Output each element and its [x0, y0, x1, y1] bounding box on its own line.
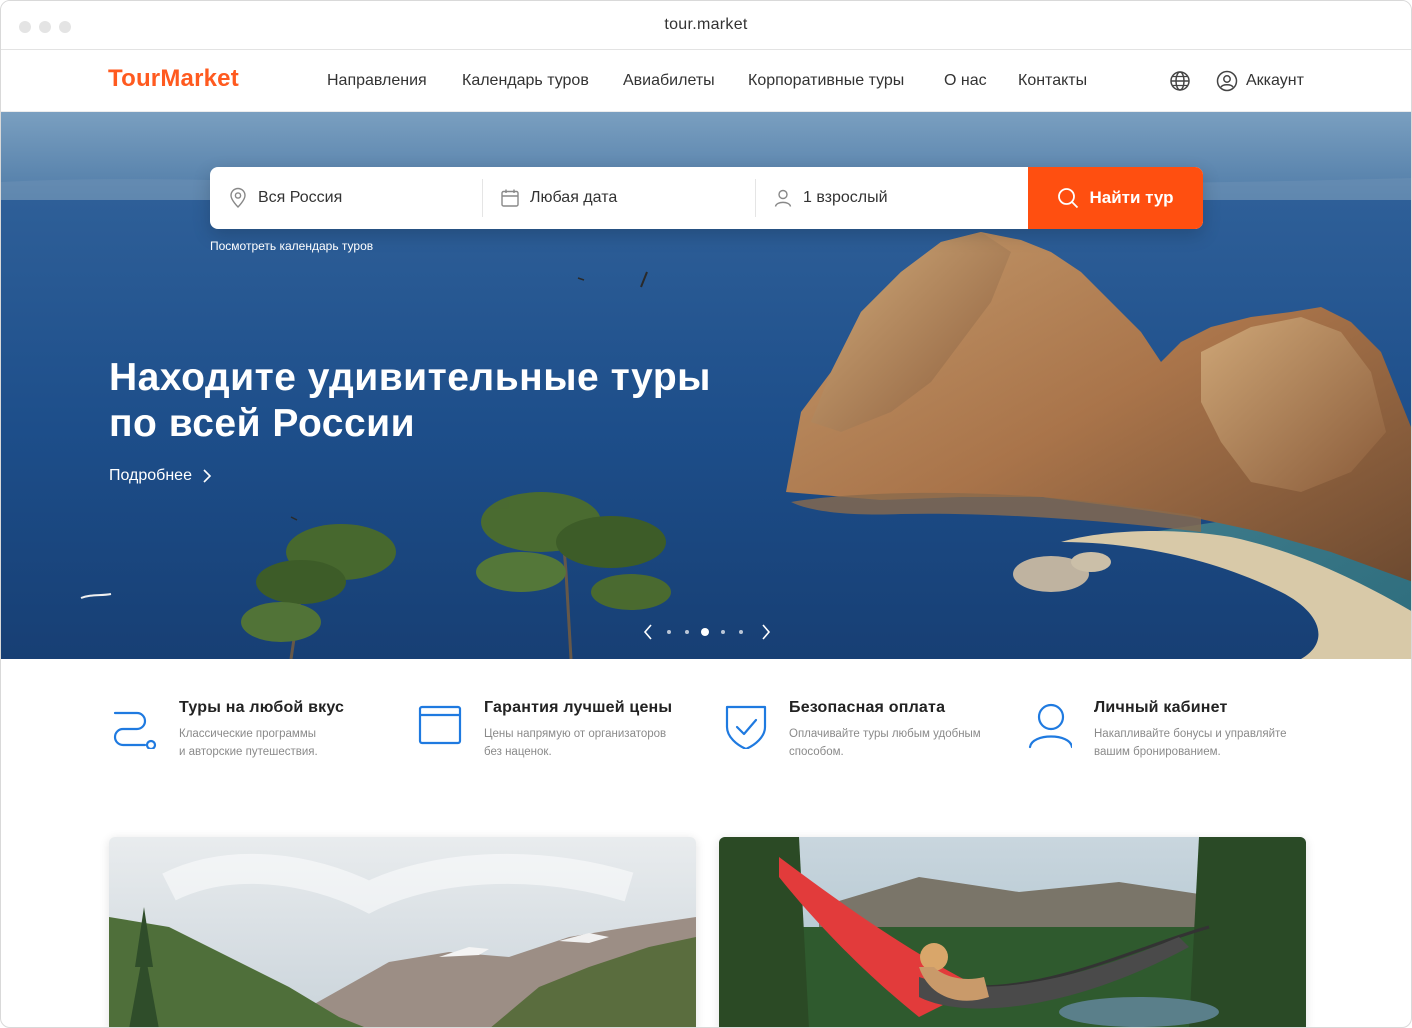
- find-tour-button[interactable]: Найти тур: [1028, 167, 1203, 229]
- carousel-controls: [641, 622, 771, 642]
- nav-link-contacts[interactable]: Контакты: [1018, 72, 1087, 90]
- destination-field[interactable]: Вся Россия: [228, 167, 478, 229]
- nav-link-destinations[interactable]: Направления: [327, 72, 427, 90]
- site-header: TourMarket Направления Календарь туров А…: [1, 51, 1411, 112]
- tour-card-mountains[interactable]: [109, 837, 696, 1027]
- hero-title: Находите удивительные туры по всей Росси…: [109, 355, 809, 447]
- location-pin-icon: [230, 187, 246, 208]
- browser-window: tour.market TourMarket Направления Кален…: [0, 0, 1412, 1028]
- feature-description: Накапливайте бонусы и управляйте вашим бр…: [1094, 728, 1287, 758]
- carousel-next-icon[interactable]: [759, 622, 773, 642]
- feature-any-taste: Туры на любой вкус Классические программ…: [109, 697, 409, 777]
- feature-description: Цены напрямую от организаторов без нацено…: [484, 728, 667, 758]
- hammock-forest-image: [719, 837, 1306, 1027]
- feature-best-price: Гарантия лучшей цены Цены напрямую от ор…: [414, 697, 714, 777]
- find-tour-label: Найти тур: [1089, 188, 1174, 207]
- route-icon: [113, 711, 157, 749]
- carousel-dot[interactable]: [667, 630, 671, 634]
- search-divider: [755, 179, 756, 217]
- feature-title: Безопасная оплата: [789, 699, 946, 716]
- user-circle-icon: [1216, 70, 1238, 92]
- nav-link-corporate[interactable]: Корпоративные туры: [748, 72, 904, 90]
- destination-value: Вся Россия: [258, 189, 343, 206]
- chevron-right-icon: [203, 469, 212, 483]
- site-logo[interactable]: TourMarket: [108, 65, 239, 93]
- feature-title: Туры на любой вкус: [179, 699, 345, 716]
- tour-calendar-link[interactable]: Посмотреть календарь туров: [210, 239, 373, 253]
- feature-secure-payment: Безопасная оплата Оплачивайте туры любым…: [719, 697, 1019, 777]
- search-icon: [1058, 188, 1079, 209]
- hero-title-line2: по всей России: [109, 402, 416, 445]
- nav-link-about[interactable]: О нас: [944, 72, 987, 90]
- carousel-dot[interactable]: [739, 630, 743, 634]
- carousel-dot[interactable]: [721, 630, 725, 634]
- browser-titlebar: tour.market: [1, 1, 1411, 50]
- shield-check-icon: [725, 705, 767, 749]
- carousel-dot[interactable]: [701, 628, 709, 636]
- carousel-prev-icon[interactable]: [641, 622, 655, 642]
- tour-card-hammock[interactable]: [719, 837, 1306, 1027]
- feature-title: Гарантия лучшей цены: [484, 699, 673, 716]
- tour-search-bar: Вся Россия Любая дата 1 взрослый Найти т…: [210, 167, 1203, 229]
- feature-description: Оплачивайте туры любым удобным способом.: [789, 728, 981, 758]
- travelers-field[interactable]: 1 взрослый: [773, 167, 1023, 229]
- date-value: Любая дата: [530, 189, 618, 206]
- feature-personal-account: Личный кабинет Накапливайте бонусы и упр…: [1024, 697, 1324, 777]
- search-divider: [482, 179, 483, 217]
- account-button[interactable]: Аккаунт: [1216, 70, 1304, 92]
- address-bar-url[interactable]: tour.market: [1, 16, 1411, 34]
- travelers-value: 1 взрослый: [803, 189, 888, 206]
- more-label: Подробнее: [109, 467, 192, 484]
- calendar-icon: [501, 189, 519, 207]
- user-icon: [1028, 703, 1072, 749]
- feature-title: Личный кабинет: [1094, 699, 1228, 716]
- mountain-valley-image: [109, 837, 696, 1027]
- hero-title-line1: Находите удивительные туры: [109, 356, 711, 399]
- person-icon: [774, 189, 792, 207]
- more-link[interactable]: Подробнее: [109, 467, 212, 485]
- hero-banner: Вся Россия Любая дата 1 взрослый Найти т…: [1, 112, 1411, 659]
- nav-link-tour-calendar[interactable]: Календарь туров: [462, 72, 589, 90]
- date-field[interactable]: Любая дата: [500, 167, 750, 229]
- folder-icon: [418, 705, 462, 745]
- account-label: Аккаунт: [1246, 72, 1304, 89]
- nav-link-flights[interactable]: Авиабилеты: [623, 72, 715, 90]
- globe-icon[interactable]: [1169, 70, 1191, 92]
- carousel-dot[interactable]: [685, 630, 689, 634]
- feature-description: Классические программы и авторские путеше…: [179, 728, 318, 758]
- features-section: Туры на любой вкус Классические программ…: [1, 659, 1411, 829]
